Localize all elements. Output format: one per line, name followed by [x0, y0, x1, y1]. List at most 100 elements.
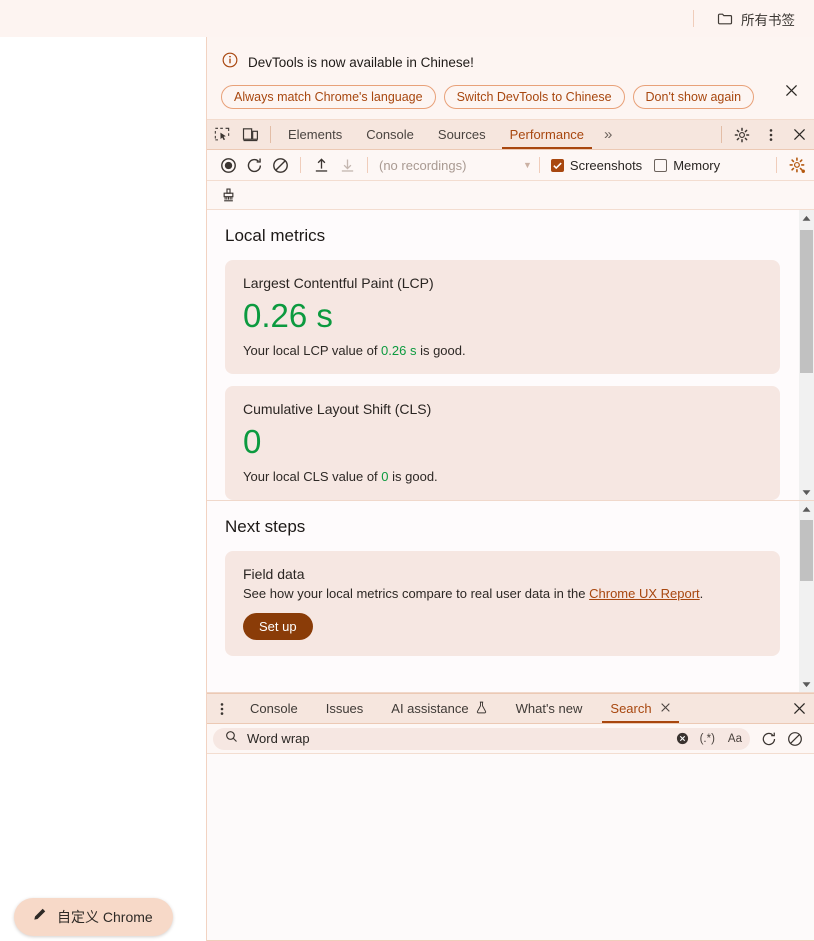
local-metrics-title: Local metrics	[225, 226, 326, 245]
devtools-tabbar: Elements Console Sources Performance »	[207, 120, 814, 150]
lcp-value: 0.26 s	[243, 297, 333, 334]
pencil-icon	[32, 907, 47, 927]
notification-actions: Always match Chrome's language Switch De…	[221, 85, 800, 109]
recordings-dropdown-value: (no recordings)	[379, 157, 467, 173]
switch-devtools-to-chinese-button[interactable]: Switch DevTools to Chinese	[443, 85, 625, 109]
folder-icon	[717, 11, 733, 27]
field-data-label: Field data	[243, 566, 305, 582]
chrome-ux-report-link[interactable]: Chrome UX Report	[589, 586, 700, 601]
memory-checkbox-box	[654, 158, 668, 172]
scroll-up-arrow-icon[interactable]	[802, 210, 811, 226]
field-data-desc-before: See how your local metrics compare to re…	[243, 586, 590, 601]
drawer-kebab-menu-icon[interactable]	[207, 694, 236, 723]
field-data-description: See how your local metrics compare to re…	[243, 586, 762, 601]
customize-chrome-button[interactable]: 自定义 Chrome	[14, 898, 173, 936]
all-bookmarks-button[interactable]: 所有书签	[711, 6, 805, 32]
refresh-icon[interactable]	[756, 731, 782, 747]
lcp-desc-before: Your local LCP value of	[243, 343, 382, 359]
clear-results-icon[interactable]	[782, 731, 808, 747]
drawer-tabbar: Console Issues AI assistance What's new …	[207, 693, 814, 724]
tab-performance-label: Performance	[509, 127, 585, 142]
cls-value: 0	[243, 423, 262, 461]
notification-close-button[interactable]	[780, 79, 802, 101]
memory-checkbox[interactable]: Memory	[654, 158, 720, 173]
drawer-close-icon[interactable]	[785, 694, 814, 723]
drawer-tabbar-spacer	[685, 694, 785, 723]
toolbar-divider-1	[300, 157, 301, 173]
cls-desc-before: Your local CLS value of	[243, 468, 382, 484]
lcp-label: Largest Contentful Paint (LCP)	[243, 275, 434, 291]
scroll-down-arrow-icon[interactable]	[802, 484, 811, 500]
next-steps-scrollbar[interactable]	[799, 501, 814, 692]
tab-console[interactable]: Console	[354, 120, 426, 149]
local-metrics-pane: Local metrics Largest Contentful Paint (…	[207, 210, 814, 501]
clear-icon[interactable]	[267, 153, 293, 177]
set-up-button[interactable]: Set up	[243, 613, 313, 640]
drawer-tab-issues[interactable]: Issues	[312, 694, 378, 723]
lcp-metric-card: Largest Contentful Paint (LCP) 0.26 s Yo…	[225, 260, 780, 375]
tab-elements[interactable]: Elements	[276, 120, 354, 149]
tab-sources[interactable]: Sources	[426, 120, 498, 149]
performance-toolbar: (no recordings) ▼ Screenshots Memory	[207, 150, 814, 181]
device-toolbar-icon[interactable]	[236, 120, 265, 149]
drawer-tab-search-close-icon[interactable]	[660, 701, 671, 716]
tab-performance[interactable]: Performance	[498, 120, 596, 149]
search-results-area	[207, 754, 814, 941]
tabbar-divider-right	[721, 126, 722, 143]
local-metrics-content: Local metrics Largest Contentful Paint (…	[207, 210, 814, 500]
toolbar-divider-3	[538, 157, 540, 173]
scrollbar-thumb[interactable]	[800, 520, 813, 581]
memory-label: Memory	[673, 157, 721, 173]
upload-profile-icon[interactable]	[308, 153, 334, 177]
drawer-tab-search[interactable]: Search	[596, 694, 684, 723]
toolbar-divider-4	[776, 157, 777, 173]
performance-toolbar-row2	[207, 181, 814, 210]
cls-label: Cumulative Layout Shift (CLS)	[243, 401, 432, 418]
tabbar-divider	[270, 126, 271, 143]
inspect-element-icon[interactable]	[207, 120, 236, 149]
toolbar-divider-2	[367, 157, 368, 173]
gear-icon[interactable]	[727, 120, 756, 149]
drawer-tab-ai-assistance-label: AI assistance	[391, 701, 469, 716]
record-icon[interactable]	[215, 153, 241, 177]
drawer-tab-console[interactable]: Console	[236, 694, 312, 723]
devtools-language-notification: DevTools is now available in Chinese! Al…	[207, 37, 814, 120]
drawer-tab-console-label: Console	[250, 701, 298, 716]
always-match-chrome-language-button[interactable]: Always match Chrome's language	[221, 85, 436, 109]
devtools-close-icon[interactable]	[785, 120, 814, 149]
customize-chrome-label: 自定义 Chrome	[57, 909, 153, 925]
notification-title-row: DevTools is now available in Chinese!	[221, 51, 800, 74]
download-profile-icon	[334, 153, 360, 177]
scroll-up-arrow-icon[interactable]	[802, 501, 811, 517]
match-case-toggle[interactable]: Aa	[726, 733, 744, 745]
capture-settings-gear-icon[interactable]	[784, 153, 810, 177]
dont-show-again-button[interactable]: Don't show again	[632, 85, 755, 109]
scrollbar-thumb[interactable]	[800, 230, 813, 373]
tab-console-label: Console	[366, 127, 414, 142]
screenshots-checkbox[interactable]: Screenshots	[550, 157, 643, 173]
tab-sources-label: Sources	[437, 127, 486, 142]
collect-garbage-icon[interactable]	[215, 183, 241, 207]
screenshots-label: Screenshots	[569, 157, 643, 173]
cls-description: Your local CLS value of 0 is good.	[243, 469, 762, 484]
reload-and-record-icon[interactable]	[241, 153, 267, 177]
drawer-tab-whats-new[interactable]: What's new	[502, 694, 597, 723]
scroll-down-arrow-icon[interactable]	[802, 676, 811, 692]
more-tabs-chevron-icon[interactable]: »	[596, 120, 620, 149]
next-steps-pane: Next steps Field data See how your local…	[207, 501, 814, 693]
all-bookmarks-label: 所有书签	[741, 12, 795, 28]
recordings-dropdown[interactable]: (no recordings) ▼	[379, 158, 532, 173]
regex-toggle[interactable]: (.*)	[698, 733, 717, 745]
search-input-wrapper[interactable]: Word wrap (.*) Aa	[213, 727, 750, 750]
browser-bookmarks-bar: 所有书签	[0, 0, 814, 37]
local-metrics-scrollbar[interactable]	[799, 210, 814, 500]
info-icon	[221, 51, 239, 74]
drawer-tab-issues-label: Issues	[325, 701, 364, 716]
chevron-down-icon: ▼	[523, 160, 532, 170]
drawer-tab-ai-assistance[interactable]: AI assistance	[377, 694, 501, 723]
search-input[interactable]: Word wrap	[247, 731, 667, 746]
kebab-menu-icon[interactable]	[756, 120, 785, 149]
web-page-viewport: 自定义 Chrome	[0, 37, 206, 941]
clear-input-icon[interactable]	[676, 732, 689, 745]
cls-metric-card: Cumulative Layout Shift (CLS) 0 Your loc…	[225, 386, 780, 500]
